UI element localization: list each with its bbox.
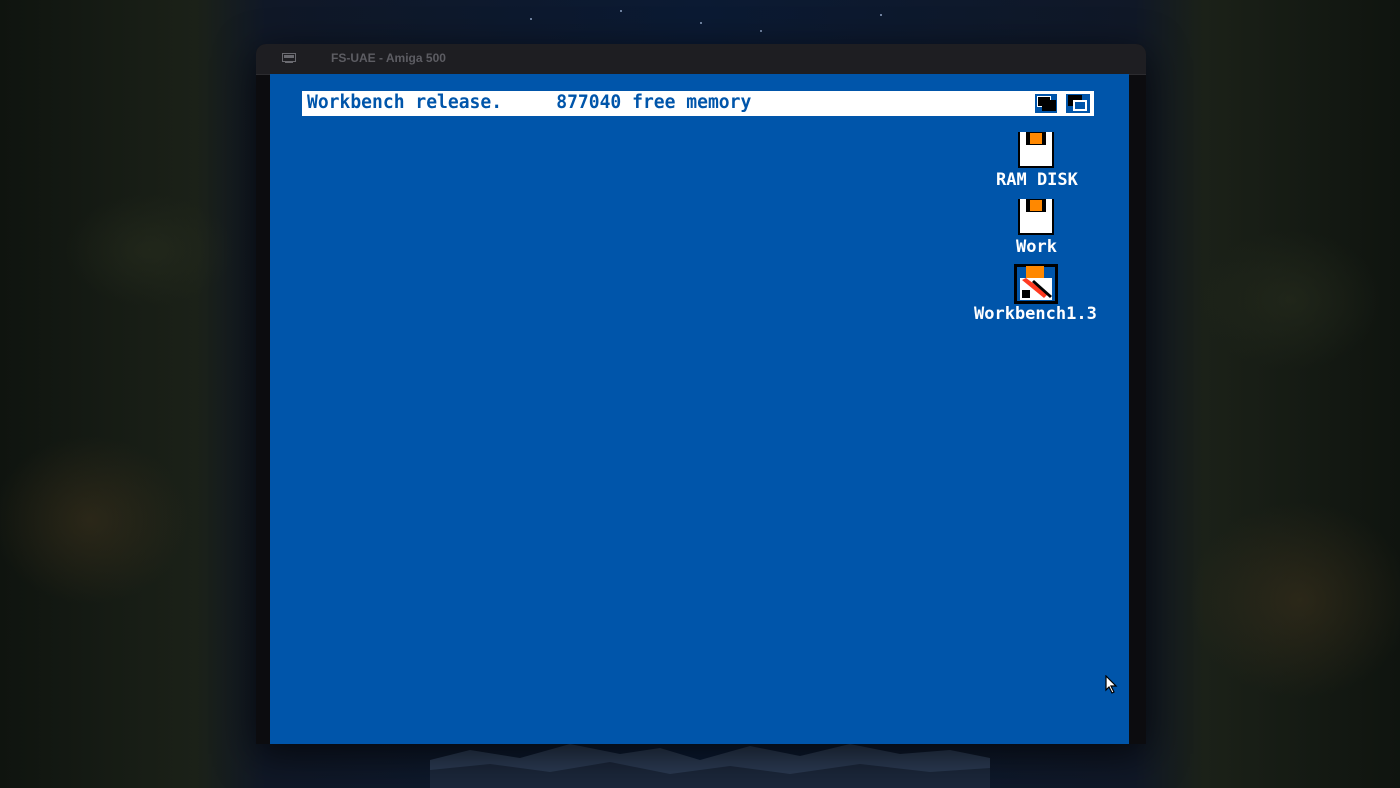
workbench-screen[interactable]: Workbench release. 877040 free memory RA…	[270, 74, 1129, 744]
desktop-icon-workbench[interactable]: Workbench1.3	[974, 264, 1100, 326]
mountain-silhouette	[430, 744, 990, 788]
desktop-icon-label: Work	[1016, 237, 1057, 257]
workbench-disk-icon	[1014, 264, 1058, 304]
emulator-window-icon	[282, 53, 296, 63]
hard-disk-icon	[1018, 199, 1054, 235]
emulator-titlebar[interactable]: FS-UAE - Amiga 500	[256, 44, 1146, 75]
desktop-icon-label: RAM DISK	[996, 170, 1078, 190]
workbench-title-text: Workbench release. 877040 free memory	[307, 91, 752, 114]
titlebar-edge	[1094, 91, 1097, 116]
screen-depth-back-icon	[1032, 91, 1062, 116]
desktop-icon-ram-disk[interactable]: RAM DISK	[994, 130, 1080, 192]
desktop-icon-label: Workbench1.3	[974, 304, 1097, 324]
emulator-window-title: FS-UAE - Amiga 500	[331, 51, 446, 65]
screen-depth-back-button[interactable]	[1032, 91, 1062, 116]
mouse-pointer-icon	[1105, 675, 1118, 694]
screen-depth-front-icon	[1063, 91, 1093, 116]
desktop-icon-work[interactable]: Work	[994, 197, 1080, 259]
screen-depth-front-button[interactable]	[1063, 91, 1093, 116]
workbench-titlebar[interactable]: Workbench release. 877040 free memory	[302, 91, 1097, 116]
ram-disk-icon	[1018, 132, 1054, 168]
